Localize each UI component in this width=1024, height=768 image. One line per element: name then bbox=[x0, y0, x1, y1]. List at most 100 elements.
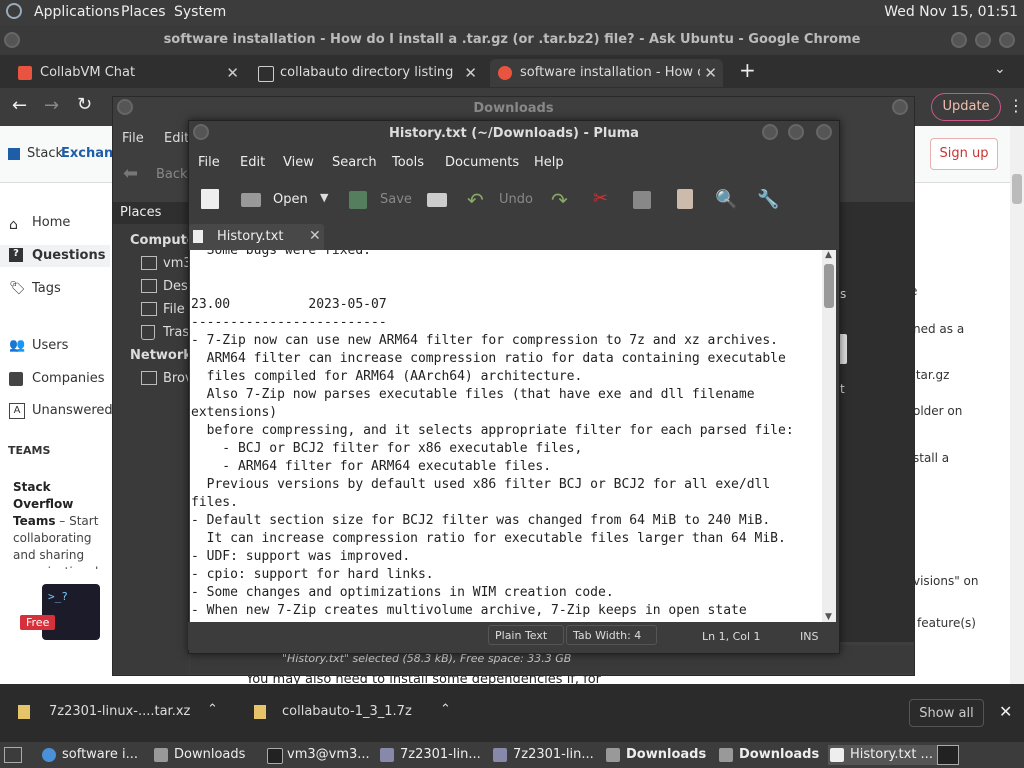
menu-view[interactable]: View bbox=[283, 155, 314, 170]
text-editor[interactable]: Some bugs were fixed. 23.00 2023-05-07 -… bbox=[190, 250, 822, 622]
pluma-minimize-button[interactable] bbox=[762, 124, 778, 140]
folder-icon bbox=[606, 748, 620, 762]
sidebar-item-filesystem[interactable]: File bbox=[163, 302, 185, 317]
sidebar-item-home[interactable]: ⌂ Home bbox=[0, 215, 110, 235]
tab-collabvm[interactable]: CollabVM Chat ✕ bbox=[10, 59, 245, 87]
menu-documents[interactable]: Documents bbox=[445, 155, 519, 170]
close-icon[interactable]: ✕ bbox=[700, 59, 717, 87]
pluma-close-button[interactable] bbox=[816, 124, 832, 140]
editor-scrollbar-thumb[interactable] bbox=[824, 264, 834, 308]
menu-search[interactable]: Search bbox=[332, 155, 377, 170]
find-icon[interactable]: 🔍 bbox=[715, 189, 737, 210]
clock[interactable]: Wed Nov 15, 01:51 bbox=[884, 4, 1018, 20]
downloads-menu-edit[interactable]: Edit bbox=[164, 131, 189, 146]
update-button[interactable]: Update bbox=[931, 93, 1001, 121]
sidebar-item-companies[interactable]: Companies bbox=[0, 371, 110, 391]
places-menu[interactable]: Places bbox=[121, 4, 166, 20]
close-icon[interactable]: ✕ bbox=[226, 59, 239, 87]
copy-icon[interactable] bbox=[633, 191, 651, 209]
undo-icon[interactable]: ↶ bbox=[467, 188, 484, 212]
editor-scrollbar[interactable]: ▲ ▼ bbox=[822, 250, 836, 622]
task-downloads-2[interactable]: Downloads bbox=[604, 745, 706, 765]
sidebar-item-questions[interactable]: ? Questions bbox=[0, 245, 110, 267]
system-menu[interactable]: System bbox=[174, 4, 226, 20]
tab-width-selector[interactable]: Tab Width: 4 bbox=[566, 625, 657, 645]
sidebar-item-users[interactable]: 👥 Users bbox=[0, 338, 110, 358]
show-all-button[interactable]: Show all bbox=[909, 699, 984, 727]
close-icon[interactable]: ✕ bbox=[464, 59, 477, 87]
tab-collabauto[interactable]: collabauto directory listing ✕ bbox=[250, 59, 483, 87]
chrome-close-button[interactable] bbox=[999, 32, 1015, 48]
task-archive-2[interactable]: 7z2301-lin... bbox=[491, 745, 594, 765]
downloads-back-label[interactable]: Back bbox=[156, 167, 188, 182]
task-terminal[interactable]: vm3@vm3... bbox=[265, 745, 370, 765]
logo-stack[interactable]: Stack bbox=[27, 146, 63, 161]
show-desktop-icon[interactable] bbox=[4, 747, 22, 763]
menu-help[interactable]: Help bbox=[534, 155, 564, 170]
menu-file[interactable]: File bbox=[198, 155, 220, 170]
pluma-maximize-button[interactable] bbox=[788, 124, 804, 140]
paste-icon[interactable] bbox=[677, 189, 693, 209]
sidebar-item-desktop[interactable]: Des bbox=[163, 279, 188, 294]
task-downloads-1[interactable]: Downloads bbox=[152, 745, 245, 765]
editor-text[interactable]: Some bugs were fixed. 23.00 2023-05-07 -… bbox=[190, 250, 794, 622]
undo-button[interactable]: Undo bbox=[499, 192, 533, 207]
download-item[interactable]: 7z2301-linux-....tar.xz ⌃ bbox=[12, 700, 230, 726]
page-scrollbar[interactable] bbox=[1010, 126, 1024, 684]
back-arrow-icon[interactable]: ← bbox=[12, 95, 27, 116]
reload-icon[interactable]: ↻ bbox=[77, 94, 92, 115]
open-dropdown-icon[interactable]: ▼ bbox=[320, 191, 328, 204]
redo-icon[interactable]: ↷ bbox=[551, 188, 568, 212]
pluma-toolbar: Open ▼ Save ↶ Undo ↷ ✂ 🔍 🔧 bbox=[189, 181, 839, 219]
tab-askubuntu[interactable]: software installation - How do ✕ bbox=[490, 59, 723, 87]
page-scrollbar-thumb[interactable] bbox=[1012, 174, 1022, 204]
menu-dots-icon[interactable]: ⋮ bbox=[1008, 96, 1024, 115]
save-button[interactable]: Save bbox=[380, 192, 412, 207]
sidebar-item-tags[interactable]: 🏷 Tags bbox=[0, 281, 110, 301]
menu-edit[interactable]: Edit bbox=[240, 155, 265, 170]
chevron-up-icon[interactable]: ⌃ bbox=[207, 702, 218, 717]
close-icon[interactable]: ✕ bbox=[999, 702, 1012, 721]
replace-icon[interactable]: 🔧 bbox=[757, 189, 779, 210]
close-icon[interactable]: ✕ bbox=[309, 228, 321, 244]
open-button[interactable]: Open bbox=[273, 192, 308, 207]
archive-icon-label[interactable]: s bbox=[840, 287, 846, 301]
new-tab-button[interactable]: + bbox=[739, 58, 756, 82]
tab-list-chevron-icon[interactable]: ⌄ bbox=[994, 61, 1006, 77]
downloads-close-button[interactable] bbox=[892, 99, 908, 115]
sidebar-item-trash[interactable]: Tras bbox=[163, 325, 189, 340]
downloads-back-icon[interactable]: ⬅ bbox=[123, 163, 138, 184]
right-snippet-7: feature(s) bbox=[917, 616, 976, 630]
cut-icon[interactable]: ✂ bbox=[593, 188, 608, 209]
downloads-menu-button[interactable] bbox=[117, 99, 133, 115]
language-selector[interactable]: Plain Text bbox=[488, 625, 564, 645]
open-icon[interactable] bbox=[241, 193, 261, 207]
chrome-maximize-button[interactable] bbox=[975, 32, 991, 48]
scroll-up-icon[interactable]: ▲ bbox=[825, 250, 832, 260]
gnome-foot-icon[interactable] bbox=[6, 3, 22, 19]
sidebar-item-unanswered[interactable]: A Unanswered bbox=[0, 403, 113, 423]
scroll-down-icon[interactable]: ▼ bbox=[825, 612, 832, 622]
task-downloads-3[interactable]: Downloads bbox=[717, 745, 819, 765]
places-label[interactable]: Places bbox=[120, 205, 161, 220]
chrome-minimize-button[interactable] bbox=[951, 32, 967, 48]
task-chrome[interactable]: software i... bbox=[40, 745, 138, 765]
menu-tools[interactable]: Tools bbox=[392, 155, 424, 170]
downloads-menu-file[interactable]: File bbox=[122, 131, 144, 146]
task-archive-1[interactable]: 7z2301-lin... bbox=[378, 745, 481, 765]
signup-button[interactable]: Sign up bbox=[930, 138, 998, 170]
tab-width-label: Tab Width: 4 bbox=[573, 629, 642, 642]
document-tab[interactable]: History.txt ✕ bbox=[189, 224, 324, 250]
print-icon[interactable] bbox=[427, 193, 447, 207]
chrome-left-button[interactable] bbox=[4, 32, 20, 48]
new-document-icon[interactable] bbox=[201, 189, 219, 209]
chevron-up-icon[interactable]: ⌃ bbox=[440, 702, 451, 717]
workspace-switcher[interactable] bbox=[937, 745, 959, 765]
stackexchange-logo-icon[interactable] bbox=[8, 148, 20, 160]
applications-menu[interactable]: Applications bbox=[34, 4, 120, 20]
save-icon[interactable] bbox=[349, 191, 367, 209]
download-item[interactable]: collabauto-1_3_1.7z ⌃ bbox=[248, 700, 458, 726]
forward-arrow-icon[interactable]: → bbox=[44, 95, 59, 116]
pluma-menu-button[interactable] bbox=[193, 124, 209, 140]
task-pluma[interactable]: History.txt ... bbox=[828, 745, 954, 765]
